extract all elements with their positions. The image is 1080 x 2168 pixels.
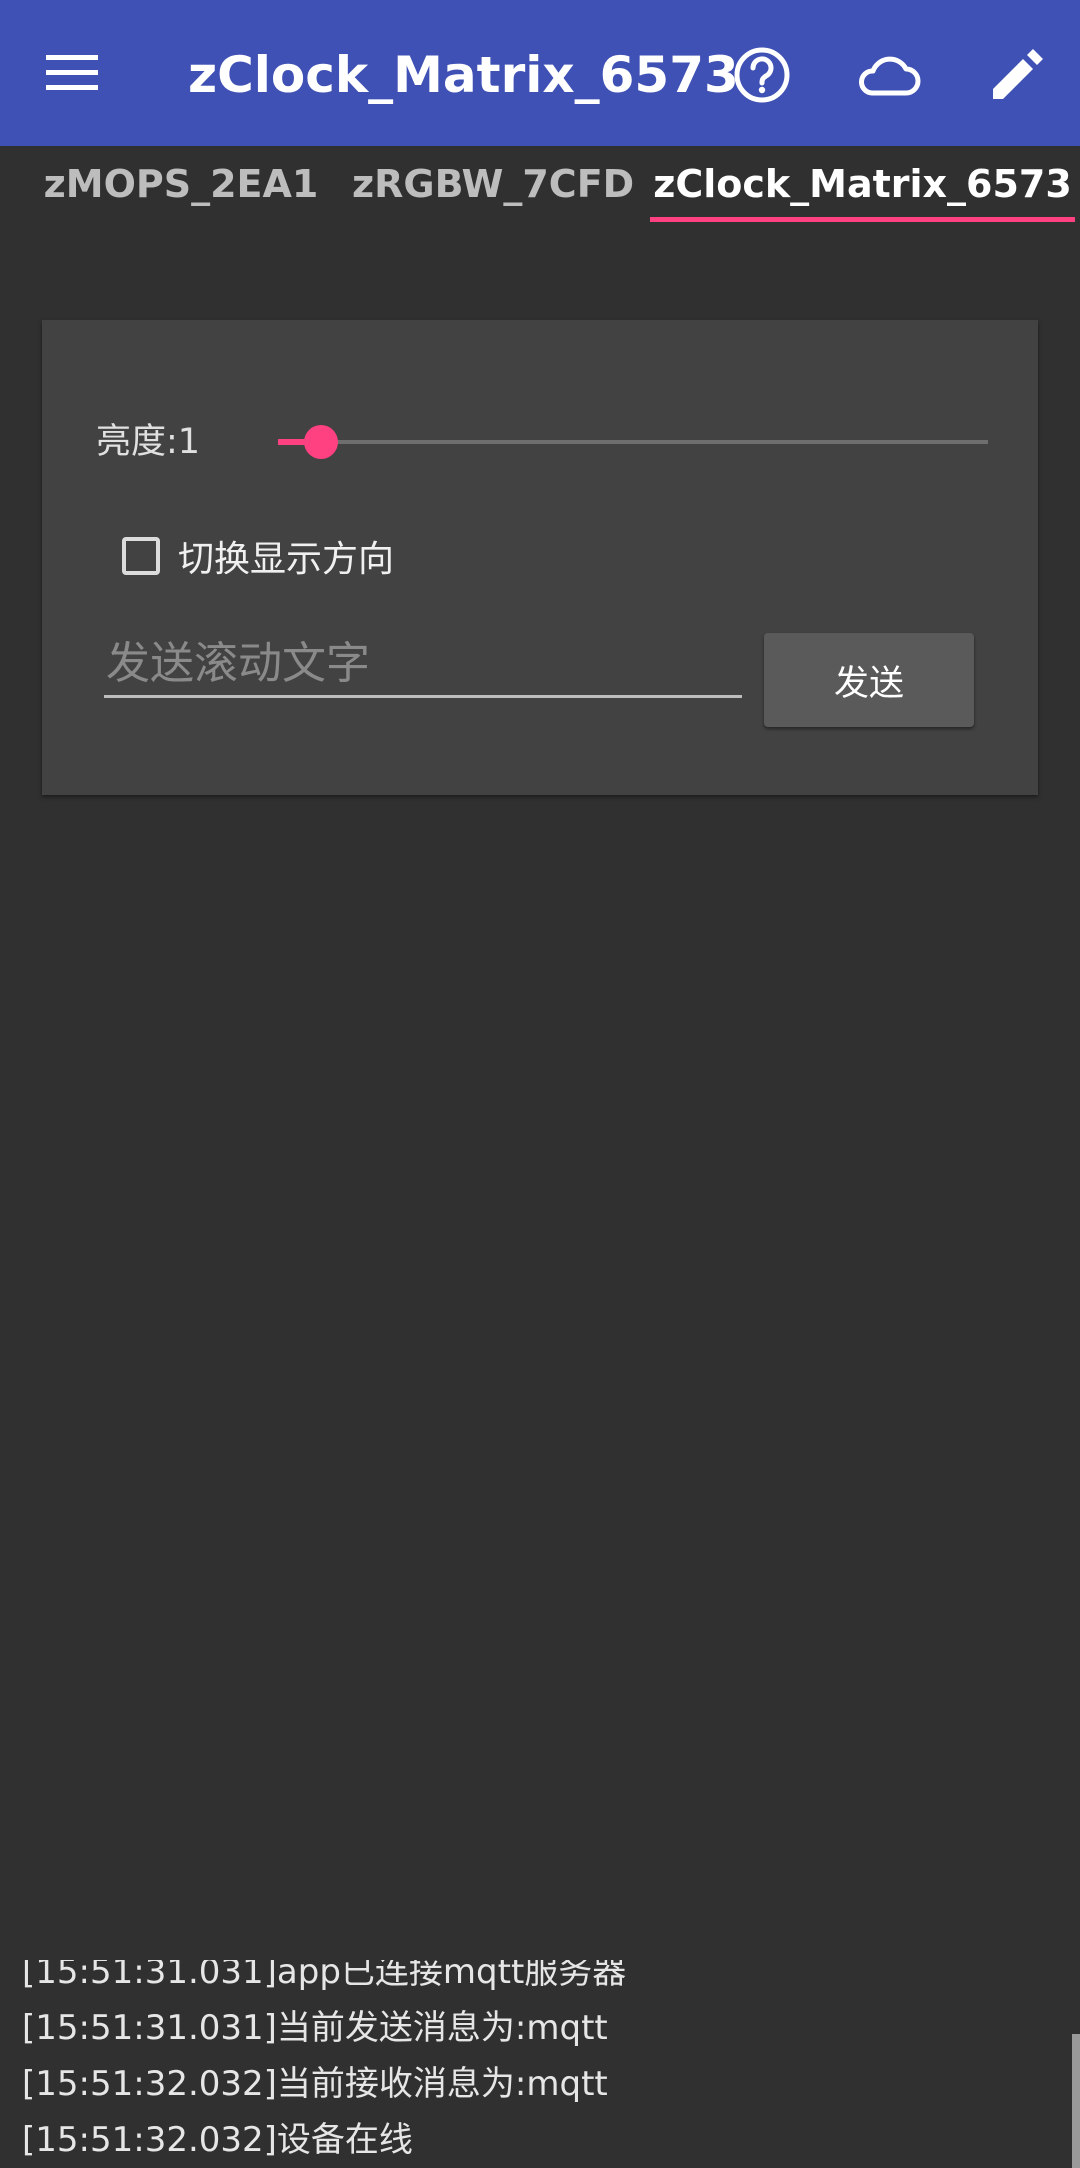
edit-icon bbox=[993, 49, 1043, 99]
tab-zmops[interactable]: zMOPS_2EA1 bbox=[40, 146, 322, 222]
menu-icon bbox=[46, 55, 98, 90]
brightness-label: 亮度:1 bbox=[96, 422, 201, 462]
scroll-text-input[interactable] bbox=[104, 632, 742, 698]
app-root: zClock_Matrix_6573 zMOPS_2EA1 zRGBW_7CFD… bbox=[0, 0, 1080, 2168]
app-title: zClock_Matrix_6573 bbox=[188, 46, 739, 104]
send-button[interactable]: 发送 bbox=[764, 633, 974, 727]
log-panel[interactable]: [15:51:31.031]app已连接mqtt服务器 [15:51:31.03… bbox=[0, 1960, 1080, 2168]
tab-indicator bbox=[650, 217, 1075, 222]
tab-zrgbw[interactable]: zRGBW_7CFD bbox=[352, 146, 634, 222]
brightness-slider[interactable] bbox=[278, 412, 988, 472]
log-line: [15:51:32.032]设备在线 bbox=[22, 2120, 413, 2160]
tab-bar: zMOPS_2EA1 zRGBW_7CFD zClock_Matrix_6573 bbox=[0, 146, 1080, 226]
log-line: [15:51:31.031]app已连接mqtt服务器 bbox=[22, 1960, 627, 1992]
orientation-checkbox[interactable] bbox=[122, 537, 160, 575]
app-bar: zClock_Matrix_6573 bbox=[0, 0, 1080, 146]
cloud-icon bbox=[859, 56, 921, 96]
log-line: [15:51:32.032]当前接收消息为:mqtt bbox=[22, 2064, 608, 2104]
control-card: 亮度:1 切换显示方向 发送 bbox=[42, 320, 1038, 795]
help-button[interactable] bbox=[725, 38, 799, 112]
log-line: [15:51:31.031]当前发送消息为:mqtt bbox=[22, 2008, 608, 2048]
slider-thumb[interactable] bbox=[303, 425, 338, 459]
orientation-toggle-row[interactable]: 切换显示方向 bbox=[110, 524, 394, 588]
cloud-button[interactable] bbox=[852, 38, 926, 112]
tab-zclock-matrix[interactable]: zClock_Matrix_6573 bbox=[650, 146, 1075, 222]
slider-track bbox=[278, 440, 988, 444]
menu-button[interactable] bbox=[34, 38, 110, 108]
log-scrollbar[interactable] bbox=[1072, 2034, 1080, 2168]
help-icon bbox=[734, 47, 790, 103]
edit-button[interactable] bbox=[980, 38, 1054, 112]
orientation-checkbox-label: 切换显示方向 bbox=[178, 539, 395, 580]
log-list: [15:51:31.031]app已连接mqtt服务器 [15:51:31.03… bbox=[22, 1960, 626, 2168]
